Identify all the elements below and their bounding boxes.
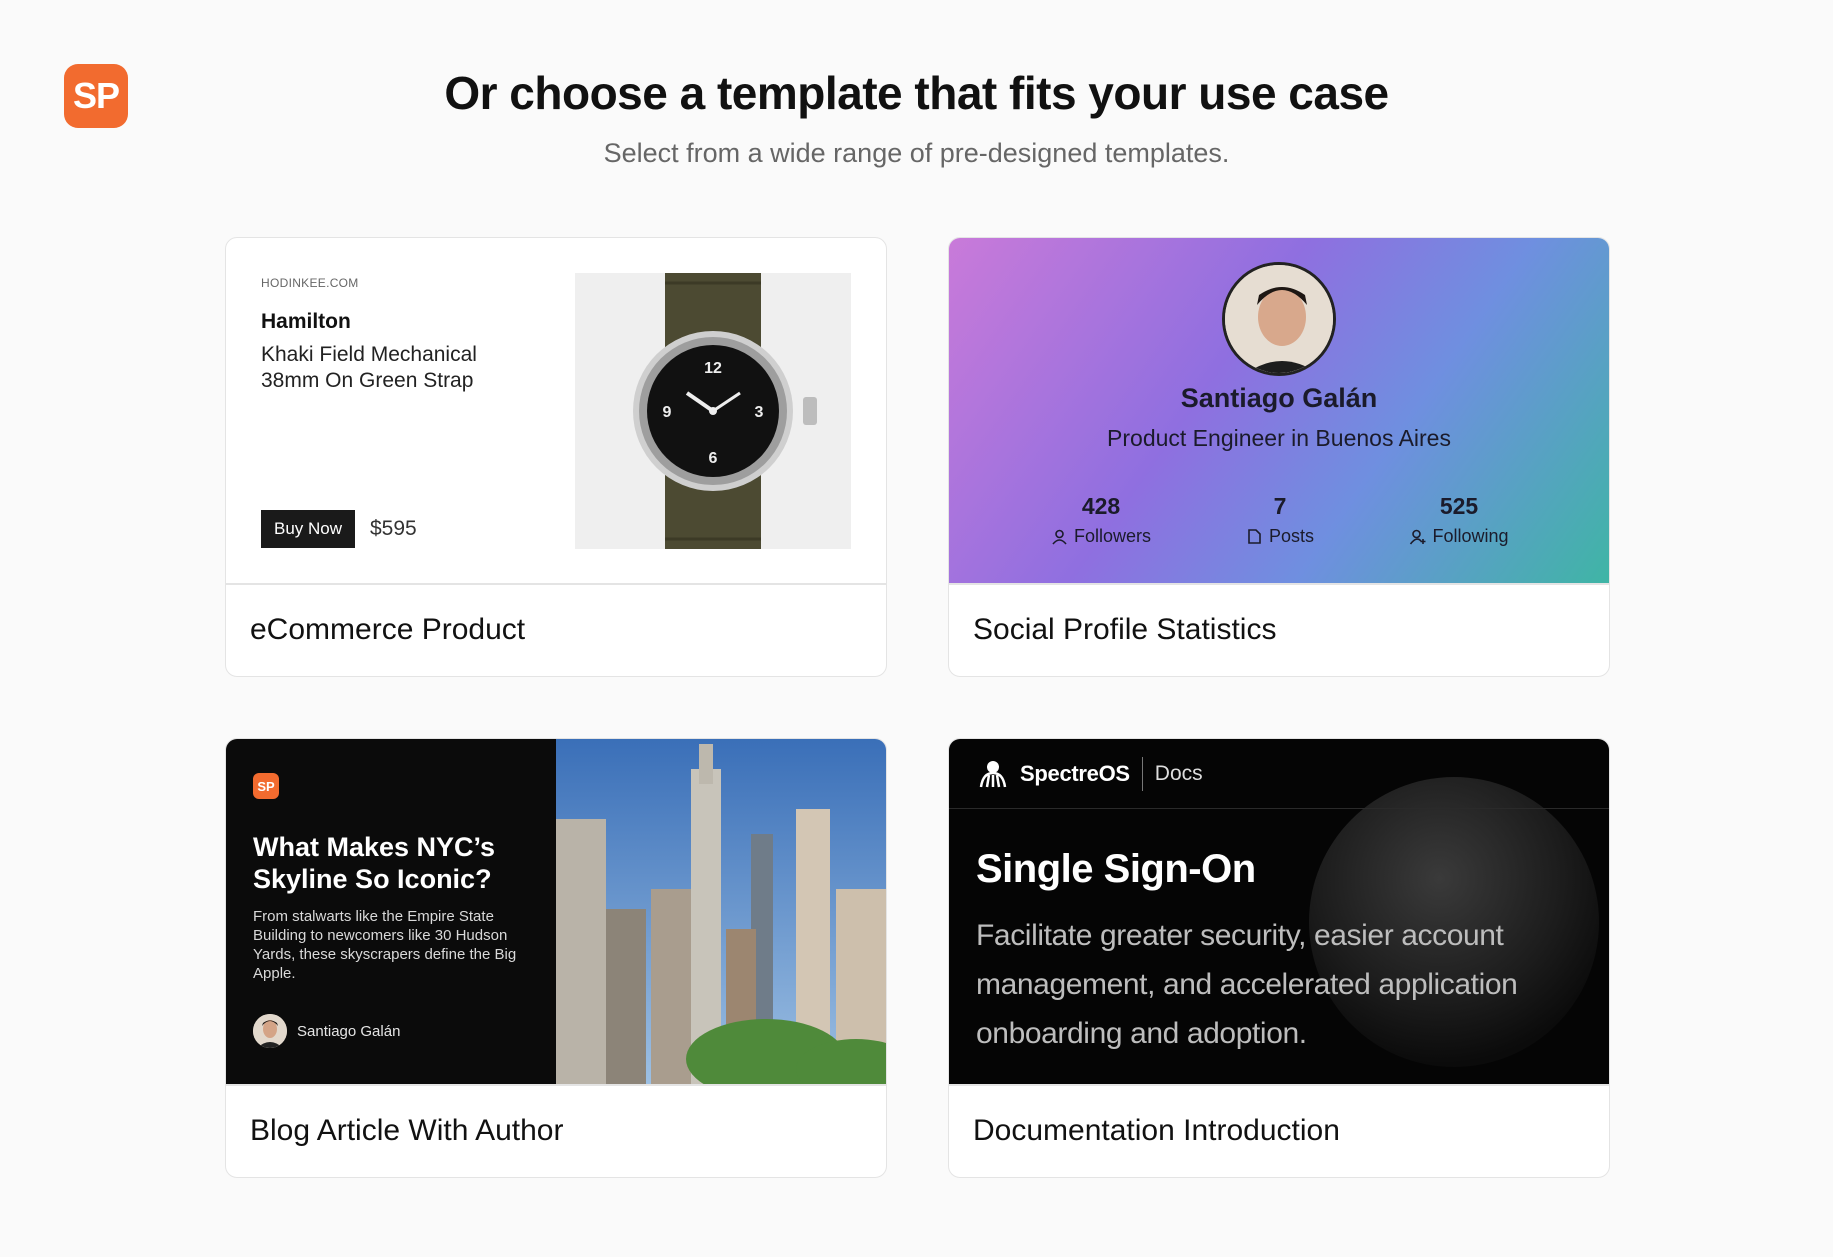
- skyline-image: [556, 739, 886, 1085]
- stat-followers: 428 Followers: [1001, 493, 1201, 547]
- product-name: Khaki Field Mechanical 38mm On Green Str…: [261, 343, 477, 392]
- template-preview: Santiago Galán Product Engineer in Bueno…: [949, 238, 1609, 584]
- template-label[interactable]: eCommerce Product: [250, 584, 525, 676]
- docs-title: Single Sign-On: [976, 847, 1256, 891]
- svg-text:6: 6: [709, 450, 718, 467]
- header-separator: [1141, 756, 1143, 791]
- template-label[interactable]: Social Profile Statistics: [973, 584, 1276, 676]
- profile-name: Santiago Galán: [1180, 383, 1378, 413]
- docs-section: Docs: [1154, 761, 1203, 785]
- stat-label: Followers: [1073, 526, 1152, 546]
- blog-logo: SP: [253, 773, 279, 799]
- template-label[interactable]: Blog Article With Author: [250, 1085, 563, 1177]
- user-plus-icon: [1410, 529, 1426, 545]
- buy-now-button[interactable]: Buy Now: [261, 510, 356, 548]
- stat-label: Following: [1432, 526, 1509, 546]
- stat-value: 428: [1081, 493, 1121, 519]
- template-preview: SP What Makes NYC’s Skyline So Iconic? F…: [226, 739, 886, 1085]
- avatar: [1222, 262, 1336, 376]
- docs-header: SpectreOS Docs: [949, 739, 1609, 809]
- docs-brand: SpectreOS: [1020, 760, 1130, 786]
- template-card-ecommerce[interactable]: HODINKEE.COM Hamilton Khaki Field Mechan…: [225, 237, 887, 677]
- document-icon: [1248, 529, 1261, 544]
- blog-title: What Makes NYC’s Skyline So Iconic?: [253, 832, 496, 894]
- template-card-social-profile[interactable]: Santiago Galán Product Engineer in Bueno…: [948, 237, 1610, 677]
- blog-author: Santiago Galán: [253, 1014, 400, 1048]
- svg-text:3: 3: [755, 404, 764, 421]
- stat-value: 7: [1273, 493, 1287, 519]
- product-price: $595: [370, 517, 417, 540]
- author-avatar: [253, 1014, 287, 1048]
- template-card-blog-article[interactable]: SP What Makes NYC’s Skyline So Iconic? F…: [225, 738, 887, 1178]
- spectre-logo-icon: [979, 760, 1007, 787]
- stat-posts: 7 Posts: [1180, 493, 1380, 547]
- page-subtitle: Select from a wide range of pre-designed…: [603, 138, 1230, 168]
- author-name: Santiago Galán: [297, 1022, 401, 1040]
- template-preview: HODINKEE.COM Hamilton Khaki Field Mechan…: [226, 238, 886, 584]
- product-brand: Hamilton: [261, 310, 351, 333]
- blog-text-panel: SP What Makes NYC’s Skyline So Iconic? F…: [226, 739, 556, 1085]
- svg-text:9: 9: [663, 404, 672, 421]
- stat-following: 525 Following: [1359, 493, 1559, 547]
- blog-excerpt: From stalwarts like the Empire State Bui…: [253, 908, 517, 982]
- user-icon: [1052, 529, 1067, 545]
- docs-description: Facilitate greater security, easier acco…: [976, 919, 1518, 1050]
- template-card-documentation[interactable]: SpectreOS Docs Single Sign-On Facilitate…: [948, 738, 1610, 1178]
- watch-image: 12 6 3 9: [575, 273, 851, 549]
- product-site: HODINKEE.COM: [261, 276, 359, 290]
- template-preview: SpectreOS Docs Single Sign-On Facilitate…: [949, 739, 1609, 1085]
- stat-value: 525: [1439, 493, 1479, 519]
- svg-text:12: 12: [704, 360, 722, 377]
- page-title: Or choose a template that fits your use …: [444, 67, 1389, 119]
- template-label[interactable]: Documentation Introduction: [973, 1085, 1340, 1177]
- profile-role: Product Engineer in Buenos Aires: [1107, 425, 1451, 451]
- stat-label: Posts: [1268, 526, 1315, 546]
